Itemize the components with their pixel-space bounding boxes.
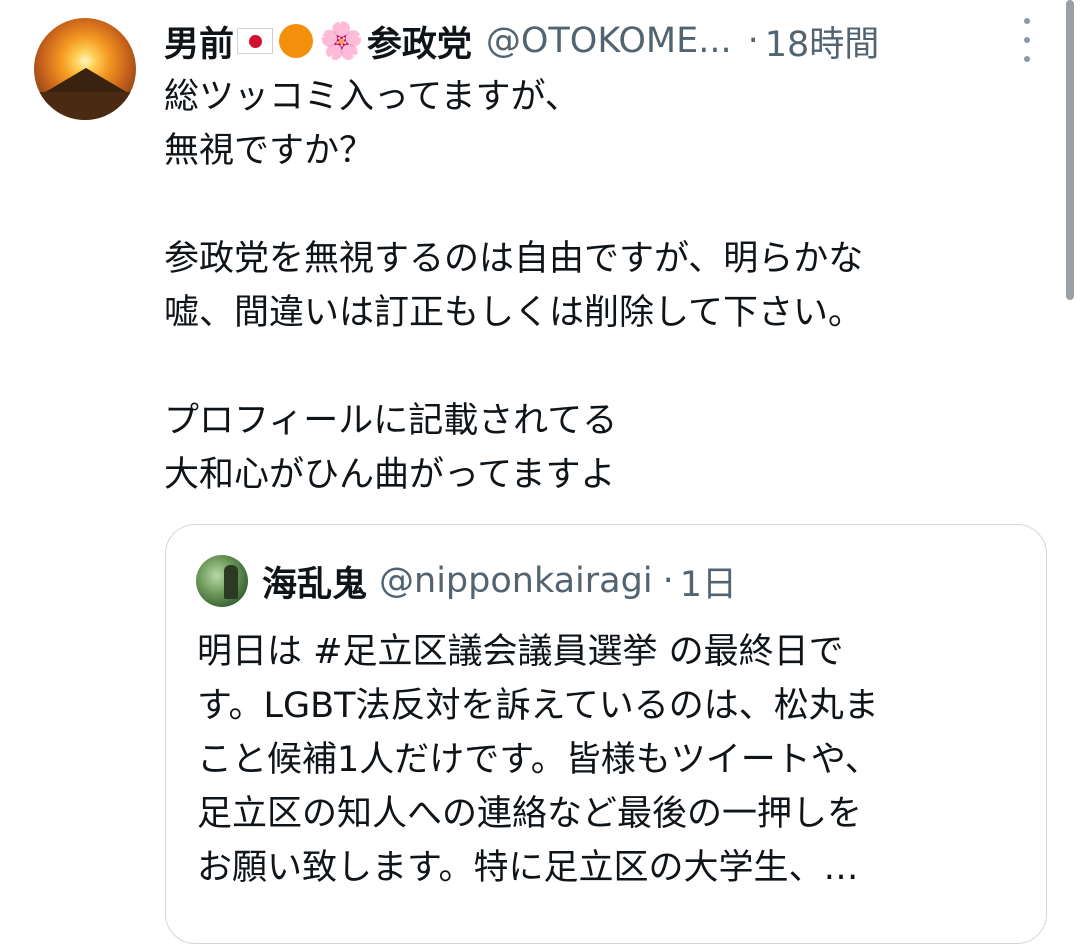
quoted-tweet[interactable]: 海乱鬼 @nipponkairagi · 1日 明日は #足立区議会議員選挙 の… (165, 524, 1047, 944)
japan-flag-icon (237, 28, 274, 54)
quoted-display-name: 海乱鬼 (262, 564, 368, 605)
more-dot (1024, 37, 1030, 43)
timestamp[interactable]: 18時間 (765, 16, 880, 67)
quoted-avatar[interactable] (196, 555, 248, 607)
display-name[interactable]: 男前 (164, 16, 234, 67)
more-dot (1024, 56, 1030, 62)
display-name-suffix[interactable]: 参政党 (367, 16, 472, 67)
separator: · (747, 21, 759, 61)
user-handle[interactable]: @OTOKOME... (486, 21, 732, 61)
quoted-timestamp: 1日 (679, 564, 737, 605)
tweet-text: 総ツッコミ入ってますが、 無視ですか？ 参政党を無視するのは自由ですが、明らかな… (164, 77, 864, 495)
avatar[interactable] (34, 18, 136, 120)
cherry-blossom-icon: 🌸 (319, 21, 364, 62)
quoted-separator: · (662, 561, 674, 601)
quoted-text: 明日は #足立区議会議員選挙 の最終日で す。LGBT法反対を訴えているのは、松… (197, 632, 880, 888)
avatar-ground (34, 92, 136, 120)
scrollbar[interactable] (1066, 0, 1074, 300)
quoted-header: 海乱鬼 @nipponkairagi · 1日 (262, 555, 737, 607)
more-dot (1024, 18, 1030, 24)
more-options-icon[interactable] (1017, 18, 1037, 62)
orange-circle-icon (279, 24, 314, 58)
quoted-handle: @nipponkairagi (379, 561, 653, 601)
avatar-mountain (42, 68, 130, 94)
tweet-header: 男前 🌸 参政党 @OTOKOME... · 18時間 (164, 16, 1034, 66)
